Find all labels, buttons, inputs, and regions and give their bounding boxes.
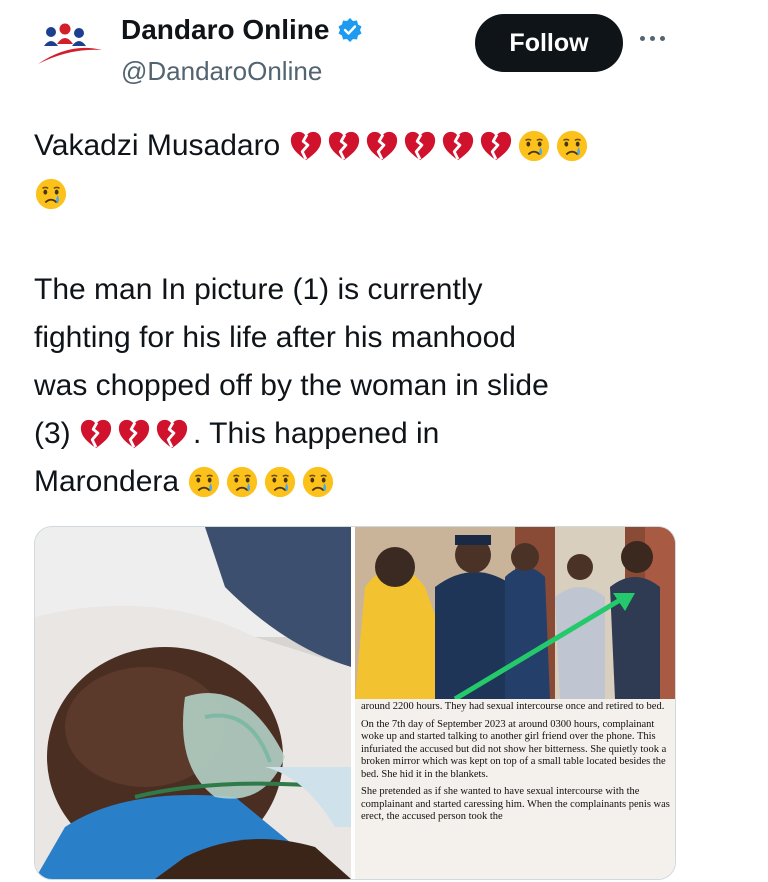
tweet-body-line: was chopped off by the woman in slide — [34, 369, 549, 402]
tweet-text: Vakadzi Musadaro The man In picture (1) … — [34, 122, 724, 506]
dandaro-logo-icon[interactable] — [34, 20, 106, 72]
tweet-body-line: The man In picture (1) is currently — [34, 273, 483, 306]
tweet-media: around 2200 hours. They had sexual inter… — [34, 526, 676, 880]
broken-heart-icon — [365, 129, 399, 163]
broken-heart-icon — [403, 129, 437, 163]
account-handle[interactable]: @DandaroOnline — [121, 56, 322, 87]
media-photo-hospital[interactable] — [35, 527, 351, 879]
tweet-body-line: Marondera — [34, 458, 724, 506]
tweet-body-line: fighting for his life after his manhood — [34, 321, 516, 354]
document-text: around 2200 hours. They had sexual inter… — [361, 701, 671, 829]
doc-paragraph: around 2200 hours. They had sexual inter… — [361, 701, 665, 712]
tweet-line-1: Vakadzi Musadaro — [34, 122, 724, 170]
broken-heart-icon — [289, 129, 323, 163]
media-slide-report[interactable]: around 2200 hours. They had sexual inter… — [355, 527, 675, 879]
verified-badge-icon — [337, 17, 363, 43]
tweet-header: Dandaro Online @DandaroOnline Follow — [0, 0, 768, 100]
more-dot — [660, 35, 665, 41]
crying-face-icon — [517, 129, 551, 163]
more-dot — [640, 35, 645, 41]
crying-face-icon — [187, 465, 221, 499]
crying-face-icon — [225, 465, 259, 499]
tweet-body-text: Marondera — [34, 465, 180, 498]
crying-face-icon — [555, 129, 589, 163]
account-name[interactable]: Dandaro Online — [121, 14, 329, 46]
crying-face-icon — [301, 465, 335, 499]
tweet-body-text: . This happened in — [193, 417, 440, 450]
tweet-line-2 — [34, 170, 724, 218]
tweet-body-text: (3) — [34, 417, 71, 450]
media-photo-arrest — [355, 527, 675, 702]
more-dot — [650, 35, 655, 41]
broken-heart-icon — [441, 129, 475, 163]
broken-heart-icon — [79, 417, 113, 451]
broken-heart-icon — [327, 129, 361, 163]
crying-face-icon — [263, 465, 297, 499]
account-name-row: Dandaro Online — [121, 14, 363, 46]
doc-paragraph: She pretended as if she wanted to have s… — [361, 786, 670, 822]
broken-heart-icon — [155, 417, 189, 451]
more-dots-icon[interactable] — [640, 28, 674, 48]
tweet-body-line: (3) . This happened in — [34, 410, 724, 458]
broken-heart-icon — [117, 417, 151, 451]
doc-paragraph: On the 7th day of September 2023 at arou… — [361, 718, 667, 780]
follow-button[interactable]: Follow — [475, 14, 623, 72]
tweet-title-text: Vakadzi Musadaro — [34, 129, 281, 162]
broken-heart-icon — [479, 129, 513, 163]
crying-face-icon — [34, 177, 68, 211]
